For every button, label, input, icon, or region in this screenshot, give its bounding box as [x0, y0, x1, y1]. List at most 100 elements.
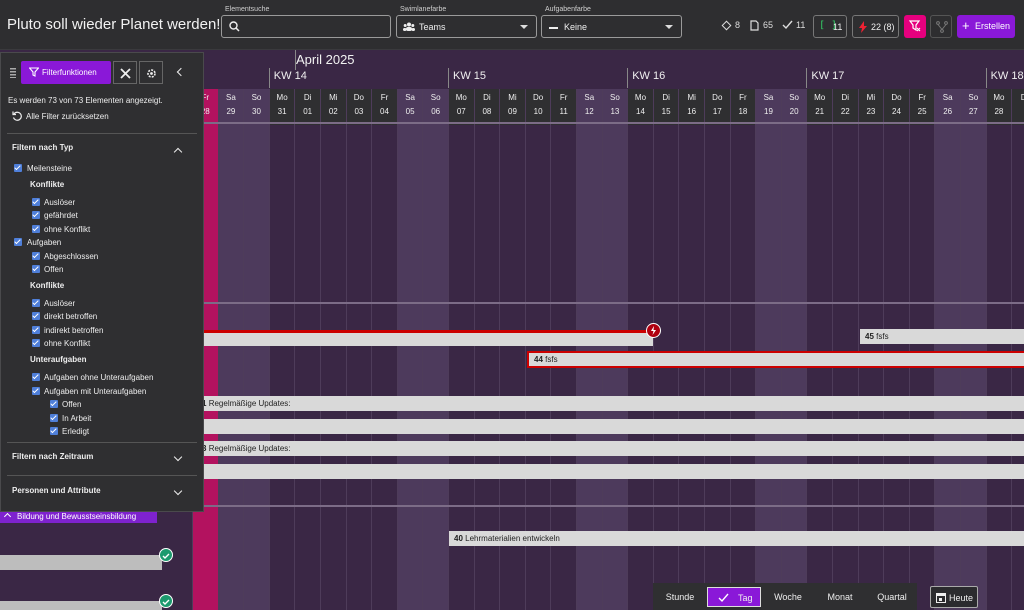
- conflict-filter-button[interactable]: 22 (8): [852, 15, 899, 38]
- day-header[interactable]: Do 17: [704, 89, 730, 125]
- day-header[interactable]: Di 01: [294, 89, 320, 125]
- tools-tab[interactable]: [113, 61, 137, 84]
- tasks-checkbox[interactable]: [14, 238, 22, 246]
- no-conflict-checkbox[interactable]: [32, 225, 40, 233]
- day-header[interactable]: Do 24: [883, 89, 909, 125]
- indirect-checkbox[interactable]: [32, 326, 40, 334]
- day-header[interactable]: So 06: [422, 89, 448, 125]
- day-header[interactable]: Mi 23: [857, 89, 884, 125]
- day-column: [294, 90, 320, 610]
- collapse-panel-icon[interactable]: [176, 67, 186, 77]
- task-color-select[interactable]: Keine: [541, 15, 682, 38]
- view-hour-button[interactable]: Stunde: [655, 587, 705, 607]
- day-header[interactable]: Sa 05: [396, 89, 423, 125]
- sub-open-checkbox[interactable]: [50, 400, 58, 408]
- milestones-checkbox[interactable]: [14, 164, 22, 172]
- day-header[interactable]: Sa 26: [934, 89, 960, 125]
- filter-functions-tab[interactable]: Filterfunktionen: [21, 61, 111, 84]
- search-input[interactable]: [221, 15, 391, 38]
- task-bar[interactable]: 1 Regelmäßige Updates:: [150, 396, 1024, 411]
- day-header[interactable]: Mo 14: [627, 89, 653, 125]
- day-header[interactable]: Do 03: [345, 89, 372, 125]
- day-of-week: Mo: [993, 93, 1005, 102]
- day-number: 10: [533, 107, 543, 116]
- filter-panel: Filterfunktionen Es werden 73 von 73 Ele…: [0, 52, 204, 512]
- no-conflict2-checkbox[interactable]: [32, 339, 40, 347]
- endangered-checkbox[interactable]: [32, 211, 40, 219]
- day-header[interactable]: Mo 07: [448, 89, 474, 125]
- day-column: [422, 90, 448, 610]
- task-bar[interactable]: 45 fsfs: [860, 329, 1024, 344]
- settings-tab[interactable]: [139, 61, 163, 84]
- day-number: 26: [943, 107, 953, 116]
- done-marker-icon[interactable]: [159, 594, 173, 608]
- day-of-week: Mi: [866, 93, 876, 102]
- chevron-up-icon: [3, 512, 12, 521]
- day-header[interactable]: Fr 11: [550, 89, 576, 125]
- day-of-week: So: [251, 93, 262, 102]
- subtask-bar[interactable]: [0, 601, 162, 610]
- day-of-week: Mo: [634, 93, 647, 102]
- open-checkbox[interactable]: [32, 265, 40, 273]
- bracket-filter-button[interactable]: [ ] 11: [813, 15, 847, 38]
- day-header[interactable]: Di 22: [832, 89, 858, 125]
- day-number: 25: [917, 107, 927, 116]
- day-header[interactable]: Mi 09: [499, 89, 525, 125]
- filter-off-icon: [909, 20, 921, 32]
- week-label: KW 17: [811, 70, 845, 82]
- trigger-checkbox[interactable]: [32, 198, 40, 206]
- day-column: [371, 90, 397, 610]
- conflict-marker-icon[interactable]: [646, 323, 661, 338]
- task-bar-endangered[interactable]: 44 fsfs: [527, 351, 1024, 368]
- day-header[interactable]: So 27: [960, 89, 986, 125]
- task-bar[interactable]: 40 Lehrmaterialien entwickeln: [449, 531, 1024, 546]
- day-column: [320, 90, 346, 610]
- tasks-without-sub-checkbox[interactable]: [32, 373, 40, 381]
- day-header[interactable]: Di 08: [473, 89, 500, 125]
- done-marker-icon[interactable]: [159, 548, 173, 562]
- day-of-week: Fr: [739, 93, 747, 102]
- day-header[interactable]: So 13: [601, 89, 628, 125]
- task-bar-conflict[interactable]: [150, 330, 653, 346]
- day-header[interactable]: Fr 04: [371, 89, 397, 125]
- filter-toggle-button[interactable]: [904, 15, 926, 38]
- day-header[interactable]: Fr 18: [729, 89, 756, 125]
- subtask-bar[interactable]: [0, 555, 162, 570]
- day-header[interactable]: Fr 25: [908, 89, 935, 125]
- day-header[interactable]: Mo 21: [806, 89, 832, 125]
- day-header[interactable]: So 30: [243, 89, 269, 125]
- day-header[interactable]: Mo 28: [985, 89, 1012, 125]
- day-header[interactable]: Mi 02: [320, 89, 346, 125]
- day-header[interactable]: Sa 19: [755, 89, 781, 125]
- direct-checkbox[interactable]: [32, 312, 40, 320]
- sub-in-progress-checkbox[interactable]: [50, 414, 58, 422]
- tasks-with-sub-checkbox[interactable]: [32, 387, 40, 395]
- search-label: Elementsuche: [225, 6, 270, 13]
- task-bar[interactable]: [150, 419, 1024, 434]
- view-month-button[interactable]: Monat: [815, 587, 865, 607]
- day-number: 07: [456, 107, 466, 116]
- trigger2-checkbox[interactable]: [32, 299, 40, 307]
- day-header[interactable]: Sa 29: [217, 89, 244, 125]
- day-header[interactable]: Sa 12: [576, 89, 602, 125]
- day-header[interactable]: Mo 31: [268, 89, 295, 125]
- day-header[interactable]: So 20: [780, 89, 807, 125]
- view-week-button[interactable]: Woche: [763, 587, 813, 607]
- create-button[interactable]: + Erstellen: [957, 15, 1015, 38]
- week-divider: [448, 68, 449, 88]
- view-quarter-button[interactable]: Quartal: [867, 587, 917, 607]
- drag-handle-icon[interactable]: [10, 68, 16, 78]
- today-button[interactable]: Heute: [930, 586, 978, 608]
- day-header[interactable]: Di: [1011, 89, 1024, 125]
- sub-done-checkbox[interactable]: [50, 427, 58, 435]
- task-bar[interactable]: 3 Regelmäßige Updates:: [150, 441, 1024, 456]
- dependency-button[interactable]: [930, 15, 952, 38]
- closed-checkbox[interactable]: [32, 252, 40, 260]
- day-header[interactable]: Di 15: [652, 89, 679, 125]
- plus-icon: +: [962, 18, 970, 33]
- view-day-button[interactable]: Tag: [707, 587, 761, 607]
- task-bar[interactable]: [150, 464, 1024, 479]
- swimlane-color-select[interactable]: Teams: [396, 15, 537, 38]
- day-header[interactable]: Mi 16: [678, 89, 704, 125]
- day-header[interactable]: Do 10: [524, 89, 551, 125]
